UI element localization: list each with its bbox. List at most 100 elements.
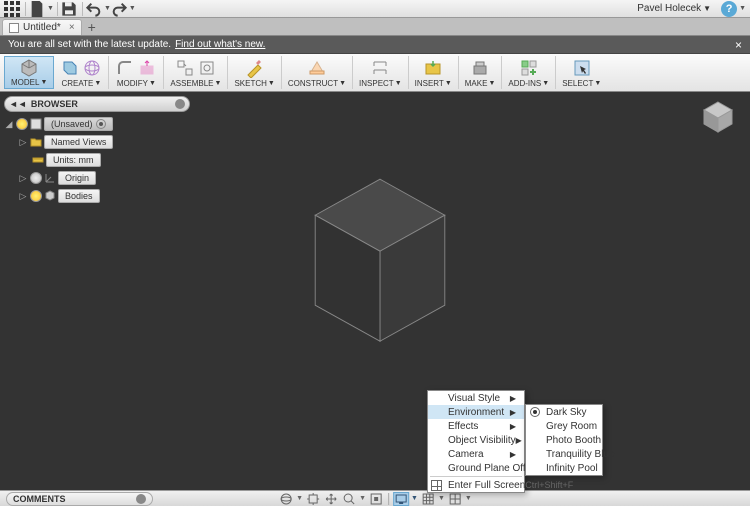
ribbon-create[interactable]: CREATE▼ [54, 56, 109, 89]
fit-icon[interactable] [368, 492, 384, 506]
document-icon [9, 23, 19, 33]
press-pull-icon [137, 58, 157, 78]
viewport-layout-icon[interactable] [447, 492, 463, 506]
origin-icon [44, 172, 56, 184]
active-component-icon[interactable] [96, 119, 106, 129]
expander-icon[interactable]: ▷ [18, 191, 28, 202]
comments-options-icon[interactable] [136, 494, 146, 504]
folder-icon [30, 136, 42, 148]
save-icon[interactable] [61, 1, 77, 17]
menu-environment[interactable]: Environment▶ [428, 405, 524, 419]
fillet-icon [115, 58, 135, 78]
model-cube [300, 172, 460, 352]
ribbon-sketch[interactable]: SKETCH▼ [228, 56, 281, 89]
browser-header[interactable]: ◄◄ BROWSER [4, 96, 190, 112]
expander-icon[interactable]: ▷ [18, 137, 28, 148]
file-menu-icon[interactable] [29, 1, 45, 17]
nav-bar: COMMENTS ▼ ▼ ▼ ▼ ▼ [0, 490, 750, 506]
env-grey-room[interactable]: Grey Room [526, 419, 602, 433]
menu-full-screen[interactable]: Enter Full ScreenCtrl+Shift+F [428, 478, 524, 492]
tree-named-views[interactable]: ▷ Named Views [4, 134, 190, 150]
environment-submenu: Dark Sky Grey Room Photo Booth Tranquili… [525, 404, 603, 476]
tree-bodies[interactable]: ▷ Bodies [4, 188, 190, 204]
banner-link[interactable]: Find out what's new. [175, 39, 265, 50]
tree-units[interactable]: Units: mm [4, 152, 190, 168]
env-photo-booth[interactable]: Photo Booth [526, 433, 602, 447]
ribbon-model[interactable]: MODEL▼ [4, 56, 54, 89]
comments-label: COMMENTS [13, 494, 66, 504]
visibility-bulb-icon[interactable] [30, 190, 42, 202]
select-icon [572, 58, 592, 78]
named-views-label: Named Views [51, 137, 106, 147]
help-icon[interactable]: ? [721, 1, 737, 17]
ruler-icon [32, 154, 44, 166]
close-tab-icon[interactable]: × [69, 22, 75, 33]
document-tabs: Untitled* × + [0, 18, 750, 36]
ribbon-toolbar: MODEL▼ CREATE▼ MODIFY▼ ASSEMBLE▼ SKETCH▼… [0, 54, 750, 92]
redo-icon[interactable] [111, 1, 127, 17]
new-tab-button[interactable]: + [84, 19, 100, 35]
menu-camera[interactable]: Camera▶ [428, 447, 524, 461]
radio-checked-icon [530, 407, 540, 417]
box-icon [60, 58, 80, 78]
menu-ground-plane-offset[interactable]: Ground Plane Offset [428, 461, 524, 475]
ribbon-construct[interactable]: CONSTRUCT▼ [282, 56, 353, 89]
units-label: Units: mm [53, 155, 94, 165]
tab-label: Untitled* [23, 22, 61, 33]
close-banner-icon[interactable]: × [735, 38, 742, 52]
assemble-icon-1 [175, 58, 195, 78]
visibility-bulb-icon[interactable] [16, 118, 28, 130]
menu-object-visibility[interactable]: Object Visibility▶ [428, 433, 524, 447]
browser-options-icon[interactable] [175, 99, 185, 109]
ribbon-select[interactable]: SELECT▼ [556, 56, 607, 89]
banner-text: You are all set with the latest update. [8, 39, 171, 50]
menu-effects[interactable]: Effects▶ [428, 419, 524, 433]
ribbon-make[interactable]: MAKE▼ [459, 56, 503, 89]
fullscreen-icon [431, 480, 442, 491]
env-infinity-pool[interactable]: Infinity Pool [526, 461, 602, 475]
display-settings-menu: Visual Style▶ Environment▶ Effects▶ Obje… [427, 390, 525, 493]
assemble-icon-2 [197, 58, 217, 78]
ribbon-assemble[interactable]: ASSEMBLE▼ [164, 56, 228, 89]
orbit-icon[interactable] [278, 492, 294, 506]
addins-icon [519, 58, 539, 78]
update-banner: You are all set with the latest update. … [0, 36, 750, 54]
user-menu[interactable]: Pavel Holecek▼ [637, 3, 711, 14]
nav-tools: ▼ ▼ ▼ ▼ ▼ [278, 492, 472, 506]
env-dark-sky[interactable]: Dark Sky [526, 405, 602, 419]
ribbon-inspect[interactable]: INSPECT▼ [353, 56, 409, 89]
ribbon-insert[interactable]: INSERT▼ [409, 56, 459, 89]
grid-settings-icon[interactable] [420, 492, 436, 506]
cube-icon [19, 58, 39, 78]
construct-icon [307, 58, 327, 78]
zoom-icon[interactable] [341, 492, 357, 506]
apps-grid-icon[interactable] [4, 1, 20, 17]
visibility-bulb-off-icon[interactable] [30, 172, 42, 184]
bodies-icon [44, 190, 56, 202]
make-icon [470, 58, 490, 78]
look-at-icon[interactable] [305, 492, 321, 506]
undo-icon[interactable] [86, 1, 102, 17]
browser-panel: ◄◄ BROWSER ◢ (Unsaved) ▷ Named Views Uni… [4, 96, 190, 206]
component-icon [30, 118, 42, 130]
tree-root[interactable]: ◢ (Unsaved) [4, 116, 190, 132]
root-label: (Unsaved) [51, 119, 93, 129]
expander-icon[interactable]: ▷ [18, 173, 28, 184]
expander-icon[interactable]: ◢ [4, 119, 14, 130]
bodies-label: Bodies [65, 191, 93, 201]
menu-visual-style[interactable]: Visual Style▶ [428, 391, 524, 405]
comments-panel-toggle[interactable]: COMMENTS [6, 492, 153, 506]
browser-title: BROWSER [31, 99, 78, 109]
tab-untitled[interactable]: Untitled* × [2, 19, 82, 35]
pan-icon[interactable] [323, 492, 339, 506]
sketch-icon [245, 58, 265, 78]
quick-access-bar: ▼ ▼ ▼ Pavel Holecek▼ ? ▼ [0, 0, 750, 18]
ribbon-addins[interactable]: ADD-INS▼ [502, 56, 556, 89]
tree-origin[interactable]: ▷ Origin [4, 170, 190, 186]
sphere-icon [82, 58, 102, 78]
ribbon-modify[interactable]: MODIFY▼ [109, 56, 164, 89]
origin-label: Origin [65, 173, 89, 183]
inspect-icon [370, 58, 390, 78]
env-tranquility-blue[interactable]: Tranquility Blue [526, 447, 602, 461]
display-settings-icon[interactable] [393, 492, 409, 506]
